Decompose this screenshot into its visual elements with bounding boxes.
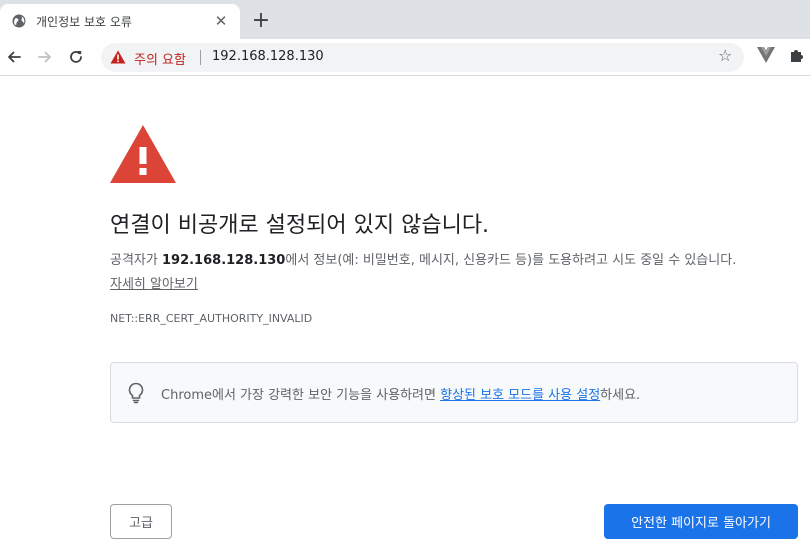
forward-button[interactable] (34, 46, 56, 68)
puzzle-icon[interactable] (789, 48, 805, 64)
promo-prefix: Chrome에서 가장 강력한 보안 기능을 사용하려면 (161, 388, 441, 403)
learn-more-link[interactable]: 자세히 알아보기 (110, 273, 198, 292)
advanced-button[interactable]: 고급 (110, 504, 172, 539)
promo-suffix: 하세요. (600, 388, 641, 403)
security-status-label[interactable]: 주의 요함 (134, 49, 186, 68)
warning-triangle-icon (110, 50, 126, 64)
reload-icon (70, 51, 82, 63)
globe-icon (12, 14, 26, 28)
description: 공격자가 192.168.128.130에서 정보(예: 비밀번호, 메시지, … (110, 249, 736, 268)
new-tab-button[interactable]: + (250, 10, 272, 32)
back-arrow-icon (8, 51, 21, 63)
back-to-safety-button[interactable]: 안전한 페이지로 돌아가기 (604, 504, 798, 539)
forward-arrow-icon (38, 51, 51, 63)
address-bar[interactable]: 주의 요함 192.168.128.130 ☆ (101, 43, 744, 72)
error-code: NET::ERR_CERT_AUTHORITY_INVALID (110, 312, 313, 325)
vue-devtools-icon[interactable] (757, 47, 775, 63)
description-suffix: 에서 정보(예: 비밀번호, 메시지, 신용카드 등)를 도용하려고 시도 중일… (285, 253, 737, 268)
lightbulb-icon (128, 382, 144, 404)
page-title: 연결이 비공개로 설정되어 있지 않습니다. (110, 213, 490, 238)
interstitial: 연결이 비공개로 설정되어 있지 않습니다. 공격자가 192.168.128.… (0, 77, 810, 553)
url-text[interactable]: 192.168.128.130 (212, 49, 324, 64)
enhanced-protection-link[interactable]: 향상된 보호 모드를 사용 설정 (440, 388, 600, 403)
omnibox-divider (200, 50, 201, 65)
star-icon[interactable]: ☆ (718, 48, 732, 64)
promo-text: Chrome에서 가장 강력한 보안 기능을 사용하려면 향상된 보호 모드를 … (161, 384, 640, 403)
reload-button[interactable] (65, 46, 87, 68)
close-tab-icon[interactable]: ✕ (212, 12, 230, 30)
enhanced-protection-promo: Chrome에서 가장 강력한 보안 기능을 사용하려면 향상된 보호 모드를 … (110, 362, 798, 423)
warning-triangle-icon (110, 125, 176, 183)
back-button[interactable] (3, 46, 25, 68)
active-tab[interactable]: 개인정보 보호 오류 ✕ (0, 4, 240, 39)
tab-strip: 개인정보 보호 오류 ✕ + (0, 0, 810, 39)
description-host: 192.168.128.130 (161, 253, 286, 268)
description-prefix: 공격자가 (110, 253, 162, 268)
tab-title: 개인정보 보호 오류 (36, 15, 132, 29)
toolbar: 주의 요함 192.168.128.130 ☆ (0, 39, 810, 76)
